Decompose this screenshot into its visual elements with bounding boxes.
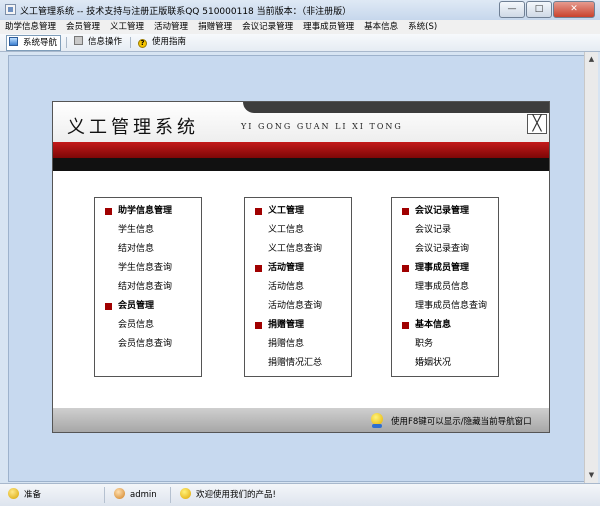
menu-meetings[interactable]: 会议记录管理 — [237, 20, 298, 34]
menu-basic-info[interactable]: 基本信息 — [359, 20, 403, 34]
menu-volunteers[interactable]: 义工管理 — [105, 20, 149, 34]
toolbar-separator — [66, 37, 67, 48]
menu-donations[interactable]: 捐赠管理 — [193, 20, 237, 34]
nav-link[interactable]: 义工信息 — [255, 221, 322, 240]
menu-box-list: 义工管理 义工信息 义工信息查询 活动管理 活动信息 活动信息查询 捐赠管理 捐赠信息 捐赠情况… — [255, 202, 322, 373]
status-user: admin — [114, 487, 157, 503]
user-icon — [114, 488, 125, 499]
nav-link[interactable]: 会议记录 — [402, 221, 487, 240]
nav-link[interactable]: 结对信息 — [105, 240, 172, 259]
header-red-band — [53, 142, 549, 158]
app-icon — [5, 4, 16, 15]
welcome-icon — [180, 488, 191, 499]
nav-link[interactable]: 学生信息查询 — [105, 259, 172, 278]
nav-link[interactable]: 结对信息查询 — [105, 278, 172, 297]
section-heading: 会议记录管理 — [402, 202, 487, 221]
navigation-panel: 义工管理系统 YI GONG GUAN LI XI TONG ╳ 助学信息管理学… — [52, 101, 550, 433]
toolbar-separator — [130, 37, 131, 48]
section-heading: 义工管理 — [255, 202, 322, 221]
nav-link[interactable]: 理事成员信息查询 — [402, 297, 487, 316]
vertical-scrollbar[interactable]: ▲ ▼ — [584, 52, 598, 483]
info-operations-icon — [74, 36, 83, 45]
status-ready: 准备 — [8, 487, 41, 503]
menu-bar: 助学信息管理 会员管理 义工管理 活动管理 捐赠管理 会议记录管理 理事成员管理… — [0, 20, 600, 34]
tab-user-guide[interactable]: ? 使用指南 — [136, 35, 189, 49]
maximize-button[interactable]: □ — [526, 1, 552, 18]
panel-title: 义工管理系统 — [67, 117, 199, 138]
nav-link[interactable]: 捐赠信息 — [255, 335, 322, 354]
menu-system[interactable]: 系统(S) — [403, 20, 442, 34]
status-separator — [170, 487, 171, 503]
panel-close-icon[interactable]: ╳ — [527, 114, 547, 134]
status-user-label: admin — [130, 490, 157, 500]
header-decoration — [243, 102, 549, 113]
menu-box-left: 助学信息管理 学生信息 结对信息 学生信息查询 结对信息查询 会员管理 会员信息 会员信息查询 — [94, 197, 202, 377]
status-ready-label: 准备 — [24, 490, 42, 500]
menu-activities[interactable]: 活动管理 — [149, 20, 193, 34]
status-welcome-label: 欢迎使用我们的产品! — [196, 490, 276, 500]
header-dark-band — [53, 158, 549, 171]
toolbar: 系统导航 信息操作 ? 使用指南 — [0, 34, 600, 52]
nav-link[interactable]: 职务 — [402, 335, 487, 354]
panel-footer: 使用F8键可以显示/隐藏当前导航窗口 — [53, 408, 549, 432]
window-title: 义工管理系统 -- 技术支持与注册正版联系QQ 510000118 当前版本：（… — [20, 7, 352, 17]
menu-box-middle: 义工管理 义工信息 义工信息查询 活动管理 活动信息 活动信息查询 捐赠管理 捐赠信息 捐赠情况… — [244, 197, 352, 377]
footer-hint: 使用F8键可以显示/隐藏当前导航窗口 — [391, 417, 532, 427]
nav-link[interactable]: 会议记录查询 — [402, 240, 487, 259]
nav-link[interactable]: 会员信息 — [105, 316, 172, 335]
nav-link[interactable]: 活动信息 — [255, 278, 322, 297]
tab-info-operations[interactable]: 信息操作 — [72, 35, 125, 49]
nav-link[interactable]: 理事成员信息 — [402, 278, 487, 297]
tab-system-navigation[interactable]: 系统导航 — [6, 35, 62, 51]
assistant-icon — [371, 413, 383, 428]
menu-box-list: 会议记录管理 会议记录 会议记录查询 理事成员管理 理事成员信息 理事成员信息查询 基本信息… — [402, 202, 487, 373]
status-bar: 准备 admin 欢迎使用我们的产品! — [0, 483, 600, 506]
help-icon: ? — [138, 39, 147, 48]
nav-link[interactable]: 义工信息查询 — [255, 240, 322, 259]
window-controls: — □ ✕ — [498, 1, 595, 18]
window-titlebar[interactable]: 义工管理系统 -- 技术支持与注册正版联系QQ 510000118 当前版本：（… — [0, 0, 600, 21]
section-heading: 捐赠管理 — [255, 316, 322, 335]
scroll-up-icon[interactable]: ▲ — [586, 54, 597, 65]
scroll-down-icon[interactable]: ▼ — [586, 470, 597, 481]
panel-subtitle: YI GONG GUAN LI XI TONG — [241, 122, 403, 131]
menu-box-right: 会议记录管理 会议记录 会议记录查询 理事成员管理 理事成员信息 理事成员信息查询 基本信息… — [391, 197, 499, 377]
tab-system-navigation-label: 系统导航 — [23, 38, 58, 48]
section-heading: 助学信息管理 — [105, 202, 172, 221]
section-heading: 理事成员管理 — [402, 259, 487, 278]
panel-header: 义工管理系统 YI GONG GUAN LI XI TONG ╳ — [53, 102, 549, 142]
status-welcome: 欢迎使用我们的产品! — [180, 487, 276, 503]
close-button[interactable]: ✕ — [553, 1, 595, 18]
section-heading: 基本信息 — [402, 316, 487, 335]
nav-link[interactable]: 婚姻状况 — [402, 354, 487, 373]
menu-board-members[interactable]: 理事成员管理 — [298, 20, 359, 34]
minimize-button[interactable]: — — [499, 1, 525, 18]
section-heading: 活动管理 — [255, 259, 322, 278]
menu-box-list: 助学信息管理 学生信息 结对信息 学生信息查询 结对信息查询 会员管理 会员信息 会员信息查询 — [105, 202, 172, 354]
navigation-icon — [9, 37, 18, 46]
menu-members[interactable]: 会员管理 — [61, 20, 105, 34]
nav-link[interactable]: 会员信息查询 — [105, 335, 172, 354]
nav-link[interactable]: 捐赠情况汇总 — [255, 354, 322, 373]
nav-link[interactable]: 学生信息 — [105, 221, 172, 240]
ready-icon — [8, 488, 19, 499]
status-separator — [104, 487, 105, 503]
tab-info-operations-label: 信息操作 — [88, 37, 123, 47]
menu-assistance[interactable]: 助学信息管理 — [0, 20, 61, 34]
nav-link[interactable]: 活动信息查询 — [255, 297, 322, 316]
section-heading: 会员管理 — [105, 297, 172, 316]
tab-user-guide-label: 使用指南 — [152, 37, 187, 47]
